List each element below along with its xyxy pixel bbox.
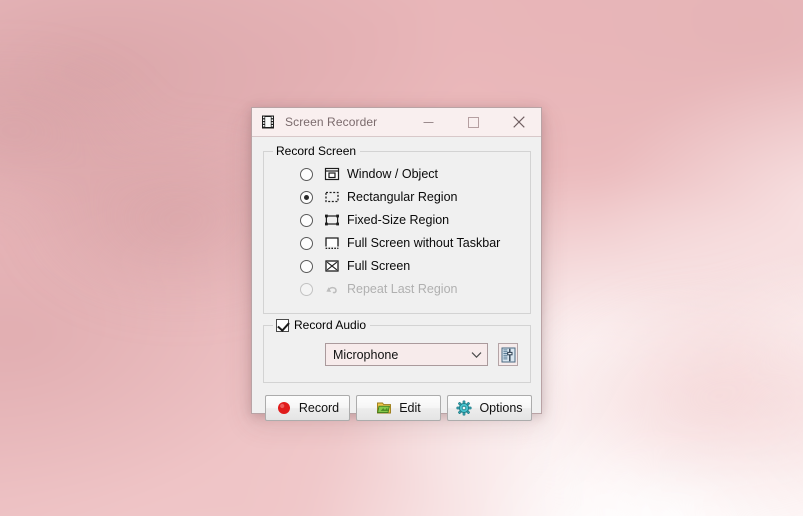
option-label-repeat-last-region: Repeat Last Region [347, 282, 458, 296]
radio-row-fixed-size-region[interactable]: Fixed-Size Region [300, 211, 449, 229]
full-screen-no-taskbar-icon [324, 235, 340, 251]
radio-row-window-object[interactable]: Window / Object [300, 165, 438, 183]
chevron-down-icon[interactable] [465, 351, 487, 359]
option-label-rectangular-region: Rectangular Region [347, 190, 458, 204]
option-label-full-screen: Full Screen [347, 259, 411, 273]
edit-button[interactable]: Edit [356, 395, 441, 421]
record-audio-legend-label: Record Audio [294, 318, 367, 332]
edit-button-label: Edit [399, 401, 421, 415]
radio-repeat-last-region [300, 282, 313, 296]
fixed-size-region-icon [324, 212, 340, 228]
full-screen-icon [324, 258, 340, 274]
radio-fixed-size-region[interactable] [300, 213, 313, 227]
radio-full-screen[interactable] [300, 259, 313, 273]
audio-device-value: Microphone [333, 347, 399, 362]
record-screen-legend: Record Screen [273, 144, 361, 158]
option-label-full-screen-without-taskbar: Full Screen without Taskbar [347, 236, 501, 250]
radio-rectangular-region[interactable] [300, 190, 313, 204]
radio-window-object[interactable] [300, 167, 313, 181]
screen-recorder-window: Screen Recorder Record Screen Window / O… [251, 107, 542, 421]
record-audio-legend[interactable]: Record Audio [273, 318, 371, 332]
options-button-label: Options [479, 401, 523, 415]
record-button-label: Record [298, 401, 340, 415]
window-client-area: Record Screen Window / Object Rectangula… [252, 137, 541, 421]
window-object-icon [324, 166, 340, 182]
maximize-button[interactable] [451, 108, 496, 136]
radio-row-full-screen[interactable]: Full Screen [300, 257, 410, 275]
radio-full-screen-without-taskbar[interactable] [300, 236, 313, 250]
options-button[interactable]: Options [447, 395, 532, 421]
edit-image-icon [376, 400, 392, 416]
record-audio-checkbox[interactable] [276, 318, 289, 332]
rectangular-region-icon [324, 189, 340, 205]
radio-row-full-screen-without-taskbar[interactable]: Full Screen without Taskbar [300, 234, 500, 252]
option-label-fixed-size-region: Fixed-Size Region [347, 213, 450, 227]
record-screen-legend-label: Record Screen [276, 144, 357, 158]
record-button[interactable]: Record [265, 395, 350, 421]
option-label-window-object: Window / Object [347, 167, 439, 181]
gear-icon [456, 400, 473, 416]
audio-device-select[interactable]: Microphone [325, 343, 488, 366]
radio-row-rectangular-region[interactable]: Rectangular Region [300, 188, 458, 206]
window-titlebar[interactable]: Screen Recorder [252, 108, 541, 137]
radio-row-repeat-last-region: Repeat Last Region [300, 280, 458, 298]
repeat-last-region-icon [324, 281, 340, 297]
window-title: Screen Recorder [285, 115, 378, 129]
close-button[interactable] [496, 108, 541, 136]
audio-mixer-button[interactable] [498, 343, 518, 366]
minimize-button[interactable] [406, 108, 451, 136]
film-strip-icon [260, 114, 276, 130]
record-dot-icon [276, 400, 292, 416]
